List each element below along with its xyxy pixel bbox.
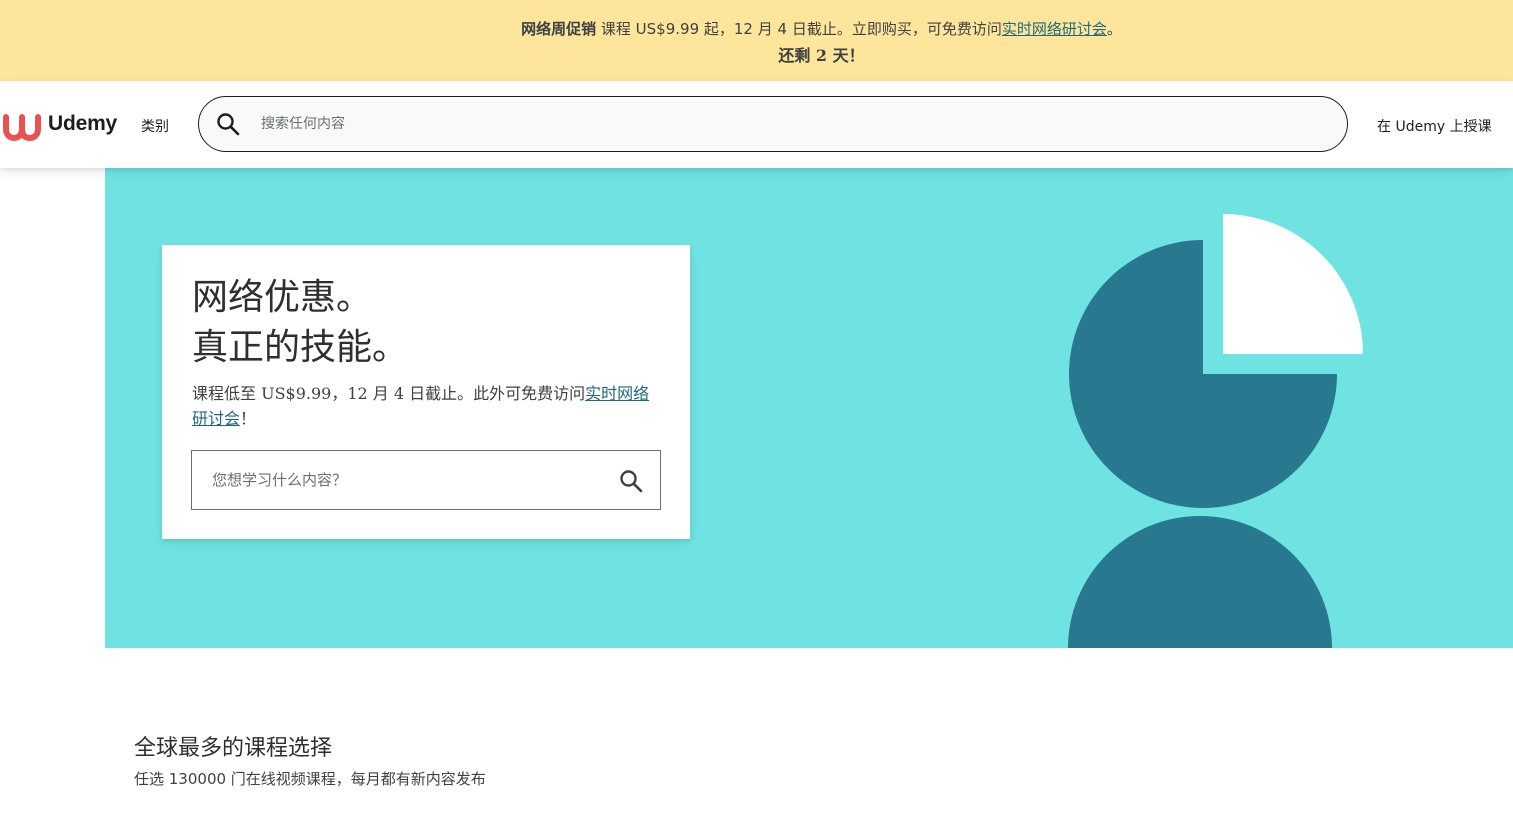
teach-on-udemy-link[interactable]: 在 Udemy 上授课 — [1377, 116, 1492, 136]
hero-description: 课程低至 US$9.99，12 月 4 日截止。此外可免费访问实时网络研讨会！ — [192, 381, 662, 431]
promo-bold-label: 网络周促销 — [521, 20, 597, 38]
hero-quarter-shape — [1223, 214, 1363, 354]
promo-banner: 网络周促销 课程 US$9.99 起，12 月 4 日截止。立即购买，可免费访问… — [0, 0, 1513, 81]
hero-search-box[interactable] — [191, 450, 661, 510]
section-title: 全球最多的课程选择 — [134, 736, 333, 761]
hero-search-input[interactable] — [210, 470, 594, 490]
promo-message: 网络周促销 课程 US$9.99 起，12 月 4 日截止。立即购买，可免费访问… — [0, 18, 1513, 39]
search-icon[interactable] — [618, 468, 644, 494]
header-search-bar[interactable] — [198, 96, 1348, 152]
section-subtitle: 任选 130000 门在线视频课程，每月都有新内容发布 — [134, 770, 486, 788]
promo-text: 课程 US$9.99 起，12 月 4 日截止。立即购买，可免费访问 — [596, 20, 1002, 38]
hero-title-line1: 网络优惠。 — [192, 277, 373, 318]
hero-desc-suffix: ！ — [240, 409, 257, 428]
search-icon[interactable] — [215, 111, 241, 137]
hero-title: 网络优惠。 真正的技能。 — [192, 273, 408, 373]
hero-semicircle-shape — [1068, 516, 1332, 648]
promo-suffix: 。 — [1106, 20, 1122, 38]
udemy-logo[interactable]: Udemy — [2, 107, 117, 141]
hero-desc-text: 课程低至 US$9.99，12 月 4 日截止。此外可免费访问 — [192, 384, 586, 403]
promo-countdown: 还剩 2 天！ — [778, 46, 865, 65]
promo-webinar-link[interactable]: 实时网络研讨会 — [1002, 20, 1107, 38]
logo-text: Udemy — [48, 112, 118, 135]
hero-card: 网络优惠。 真正的技能。 课程低至 US$9.99，12 月 4 日截止。此外可… — [162, 245, 690, 539]
header-search-input[interactable] — [259, 115, 1263, 133]
site-header: Udemy 类别 在 Udemy 上授课 — [0, 81, 1513, 168]
udemy-logo-icon — [2, 114, 41, 141]
hero-title-line2: 真正的技能。 — [192, 327, 409, 368]
hero-banner: 网络优惠。 真正的技能。 课程低至 US$9.99，12 月 4 日截止。此外可… — [105, 168, 1513, 648]
categories-menu[interactable]: 类别 — [141, 116, 169, 136]
